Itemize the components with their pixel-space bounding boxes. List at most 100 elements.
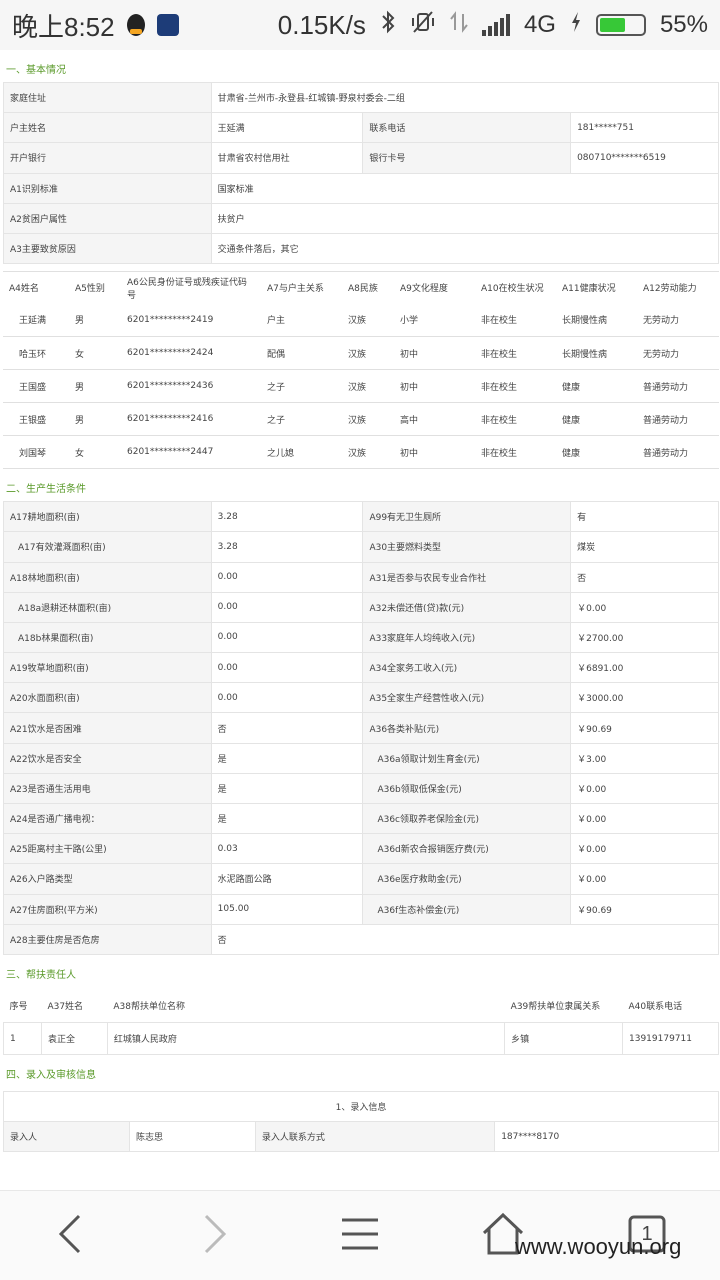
basic-value: 080710*******6519: [570, 142, 719, 174]
battery-icon: [595, 14, 646, 36]
member-cell: 普通劳动力: [637, 402, 719, 437]
member-row: 王延满男 6201*********2419 户主 汉族 小学 非在校生 长期慢性病 无劳动力: [3, 303, 719, 338]
condition-value: 水泥路面公路: [210, 863, 364, 895]
condition-label: A20水面面积(亩): [3, 682, 212, 714]
column-header: A39帮扶单位隶属关系: [510, 1002, 601, 1013]
entry-info-table: 1、录入信息 录入人 陈志思 录入人联系方式 187****8170: [3, 1091, 719, 1153]
helper-row: 1 袁正全 红城镇人民政府 乡镇 13919179711: [3, 1022, 719, 1056]
signal-icon: [481, 14, 510, 36]
section-basic-title: 一、基本情况: [6, 65, 66, 76]
member-cell: 王延满: [3, 303, 69, 338]
basic-label: 家庭住址: [3, 81, 212, 114]
column-header: A4姓名: [9, 284, 39, 295]
basic-row: 开户银行 甘肃省农村信用社 银行卡号 080710*******6519: [3, 142, 719, 174]
condition-value: ￥2700.00: [570, 621, 719, 654]
basic-row: 家庭住址 甘肃省-兰州市-永登县-红城镇-野泉村委会-二组: [3, 81, 720, 114]
condition-label: A36d新农合报销医疗费(元): [362, 833, 572, 865]
watermark: www.wooyun.org: [515, 1234, 682, 1259]
condition-row: A17耕地面积(亩) 3.28 A99有无卫生厕所有: [3, 501, 719, 533]
condition-label: A22饮水是否安全: [3, 742, 212, 774]
condition-label: A99有无卫生厕所: [362, 501, 572, 533]
column-header: A5性别: [75, 284, 105, 295]
forward-button[interactable]: [180, 1209, 250, 1259]
condition-row: A22饮水是否安全是 A36a领取计划生育金(元) ￥3.00: [3, 742, 719, 774]
condition-value: 3.28: [210, 531, 364, 563]
condition-label: A17有效灌溉面积(亩): [3, 531, 212, 563]
member-cell: 初中: [394, 369, 475, 404]
condition-value: 煤炭: [570, 531, 719, 563]
data-transfer-icon: [450, 10, 468, 40]
condition-label: A27住房面积(平方米): [3, 893, 212, 925]
member-cell: 汉族: [342, 336, 394, 371]
basic-label: A1识别标准: [3, 172, 212, 204]
member-row: 刘国琴女 6201*********2447 之儿媳 汉族 初中 非在校生 健康 普通劳动力: [3, 435, 719, 470]
basic-value: 扶贫户: [210, 202, 720, 234]
column-header: A12劳动能力: [643, 284, 697, 295]
column-header: A40联系电话: [628, 1002, 683, 1013]
member-cell: 普通劳动力: [637, 369, 719, 404]
condition-label: A25距离村主干路(公里): [3, 833, 212, 865]
condition-label: A19牧草地面积(亩): [3, 652, 212, 684]
condition-value: 0.03: [210, 833, 364, 865]
basic-value: 181*****751: [570, 112, 719, 144]
helper-table: 序号 A37姓名 A38帮扶单位名称 A39帮扶单位隶属关系 A40联系电话 1 袁正全红…: [3, 989, 719, 1056]
condition-label: A36b领取低保金(元): [362, 772, 572, 805]
member-cell: 初中: [394, 336, 475, 371]
member-cell: 高中: [394, 402, 475, 437]
member-row: 王国盛男 6201*********2436 之子 汉族 初中 非在校生 健康 普通劳动力: [3, 369, 719, 404]
member-cell: 哈玉环: [3, 336, 69, 371]
members-table: A4姓名 A5性别 A6公民身份证号或残疾证代码号 A7与户主关系 A8民族 A9文化程度…: [3, 271, 719, 470]
member-cell: 初中: [394, 435, 475, 470]
member-cell: 普通劳动力: [637, 435, 719, 470]
member-cell: 非在校生: [475, 336, 556, 371]
condition-label: A18a退耕还林面积(亩): [3, 591, 212, 623]
condition-label: A35全家生产经营性收入(元): [362, 682, 572, 714]
basic-label: 户主姓名: [3, 112, 212, 144]
document-app-icon: [156, 14, 179, 36]
condition-row: A18a退耕还林面积(亩) 0.00 A32未偿还借(贷)款(元) ￥0.00: [3, 591, 719, 623]
member-cell: 长期慢性病: [556, 336, 637, 371]
condition-label: A36e医疗救助金(元): [362, 863, 572, 895]
condition-value: 是: [210, 742, 364, 774]
member-cell: 6201*********2447: [121, 435, 261, 470]
condition-label: A36f生态补偿金(元): [362, 893, 572, 925]
member-cell: 男: [69, 369, 121, 404]
member-cell: 健康: [556, 402, 637, 437]
condition-value: 3.28: [210, 501, 364, 533]
condition-value: 0.00: [210, 591, 364, 623]
condition-row: A23是否通生活用电是 A36b领取低保金(元) ￥0.00: [3, 772, 719, 805]
condition-value: 0.00: [210, 682, 364, 714]
basic-label: 联系电话: [362, 112, 572, 144]
condition-row: A18b林果面积(亩) 0.00 A33家庭年人均纯收入(元) ￥2700.00: [3, 621, 719, 654]
basic-info-table: 家庭住址 甘肃省-兰州市-永登县-红城镇-野泉村委会-二组 户主姓名 王延满 联系电话 1…: [3, 81, 720, 265]
page-content[interactable]: 一、基本情况 家庭住址 甘肃省-兰州市-永登县-红城镇-野泉村委会-二组 户主姓名王…: [0, 50, 720, 1190]
condition-label: A30主要燃料类型: [362, 531, 572, 563]
column-header: A37姓名: [47, 1002, 84, 1013]
helper-cell: 1: [3, 1022, 42, 1056]
menu-button[interactable]: [325, 1209, 395, 1259]
member-cell: 非在校生: [475, 435, 556, 470]
charging-icon: [570, 10, 582, 40]
condition-label: A36各类补贴(元): [362, 712, 572, 744]
basic-row: A3主要致贫原因 交通条件落后，其它: [3, 232, 720, 265]
condition-value: ￥0.00: [570, 863, 719, 895]
condition-label: A34全家务工收入(元): [362, 652, 572, 684]
basic-label: A3主要致贫原因: [3, 232, 212, 265]
network-type: 4G: [523, 11, 556, 38]
condition-row: A27住房面积(平方米) 105.00 A36f生态补偿金(元) ￥90.69: [3, 893, 719, 925]
section-entry-title: 四、录入及审核信息: [6, 1070, 96, 1082]
entry-contact-value: 187****8170: [494, 1121, 719, 1153]
member-cell: 6201*********2424: [121, 336, 261, 371]
helper-cell: 乡镇: [504, 1022, 623, 1056]
condition-label: A24是否通广播电视：: [3, 802, 212, 835]
back-button[interactable]: [35, 1209, 105, 1259]
condition-value: ￥90.69: [570, 712, 719, 744]
column-header: A6公民身份证号或残疾证代码号: [127, 277, 247, 301]
conditions-table: A17耕地面积(亩) 3.28 A99有无卫生厕所有 A17有效灌溉面积(亩) 3.28…: [3, 501, 720, 955]
helper-cell: 红城镇人民政府: [106, 1022, 506, 1056]
helper-cell: 13919179711: [622, 1022, 719, 1056]
chevron-right-icon: [204, 1214, 227, 1254]
condition-value: 105.00: [210, 893, 364, 925]
column-header: A7与户主关系: [267, 284, 324, 295]
member-row: 王银盛男 6201*********2416 之子 汉族 高中 非在校生 健康 普通劳动力: [3, 402, 719, 437]
